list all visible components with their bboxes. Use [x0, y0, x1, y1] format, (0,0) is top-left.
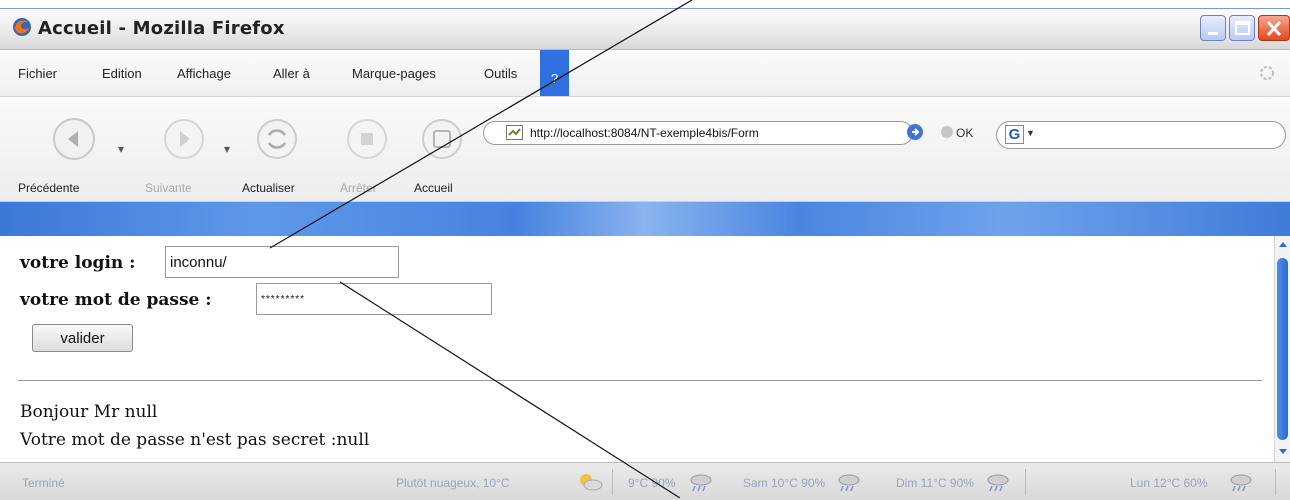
forecast-sat: Sam 10°C 90% — [743, 476, 826, 490]
ok-label: OK — [956, 126, 974, 140]
search-engine-dropdown-icon[interactable]: ▼ — [1026, 128, 1035, 138]
close-icon — [1266, 20, 1282, 37]
gray-go-icon — [941, 126, 953, 138]
greeting-text: Bonjour Mr null — [20, 402, 158, 422]
back-dropdown-icon[interactable]: ▾ — [118, 142, 124, 156]
scroll-up-icon[interactable] — [1278, 240, 1288, 248]
personal-toolbar-strip — [0, 202, 1290, 236]
scroll-thumb[interactable] — [1277, 258, 1288, 440]
forward-dropdown-icon: ▾ — [224, 142, 231, 156]
menu-file[interactable]: Fichier — [18, 66, 57, 81]
close-button[interactable] — [1258, 15, 1290, 41]
weather-now: Plutôt nuageux, 10°C — [396, 476, 510, 490]
page-favicon-icon — [506, 125, 523, 140]
ok-button[interactable]: OK — [940, 125, 973, 140]
address-bar[interactable]: http://localhost:8084/NT-exemple4bis/For… — [483, 121, 913, 145]
browser-window: Accueil - Mozilla Firefox Fichier Editio… — [0, 8, 1290, 500]
stop-icon — [347, 119, 387, 159]
menu-tools[interactable]: Outils — [484, 66, 517, 81]
status-text: Terminé — [22, 476, 65, 490]
google-icon[interactable]: G — [1005, 125, 1024, 144]
menu-edit[interactable]: Edition — [102, 66, 142, 81]
firefox-icon — [13, 18, 31, 36]
page-content: votre login : votre mot de passe : valid… — [0, 236, 1274, 462]
password-message: Votre mot de passe n'est pas secret :nul… — [20, 430, 370, 450]
forward-icon — [164, 119, 204, 159]
home-label[interactable]: Accueil — [414, 181, 453, 195]
minimize-button[interactable] — [1200, 15, 1226, 41]
forecast-today: 9°C 90% — [628, 476, 676, 490]
menu-bookmarks[interactable]: Marque-pages — [352, 66, 436, 81]
password-input[interactable] — [256, 283, 492, 315]
back-icon[interactable] — [52, 117, 96, 161]
login-input[interactable] — [165, 246, 399, 278]
rain-cloud-icon — [1230, 474, 1252, 492]
rain-cloud-icon — [838, 474, 860, 492]
minimize-icon — [1208, 32, 1218, 35]
title-bar: Accueil - Mozilla Firefox — [0, 9, 1290, 50]
status-separator — [1025, 469, 1026, 495]
forward-label: Suivante — [145, 181, 192, 195]
status-bar: Terminé Plutôt nuageux, 10°C 9°C 90% Sam… — [0, 462, 1290, 500]
throbber-icon — [1260, 66, 1274, 80]
forecast-sun: Dim 11°C 90% — [896, 476, 974, 490]
window-title: Accueil - Mozilla Firefox — [38, 18, 285, 39]
go-icon[interactable] — [905, 122, 925, 142]
forecast-mon: Lun 12°C 60% — [1130, 476, 1208, 490]
address-url[interactable]: http://localhost:8084/NT-exemple4bis/For… — [530, 126, 759, 140]
vertical-scrollbar[interactable] — [1274, 236, 1290, 462]
back-label[interactable]: Précédente — [18, 181, 79, 195]
scroll-down-icon[interactable] — [1278, 448, 1288, 456]
submit-button[interactable]: valider — [32, 324, 133, 352]
menu-help[interactable]: ? — [540, 50, 569, 96]
maximize-icon — [1235, 21, 1250, 35]
login-label: votre login : — [20, 253, 136, 273]
search-bar[interactable]: G ▼ — [996, 121, 1286, 149]
sun-cloud-icon — [580, 474, 603, 491]
resize-grip[interactable] — [1275, 469, 1276, 495]
status-separator — [612, 469, 613, 495]
menu-go[interactable]: Aller à — [273, 66, 310, 81]
menu-bar: Fichier Edition Affichage Aller à Marque… — [0, 50, 1290, 97]
reload-icon[interactable] — [255, 117, 299, 161]
rain-cloud-icon — [690, 474, 712, 492]
home-icon[interactable] — [420, 117, 464, 161]
separator — [18, 380, 1262, 381]
reload-label[interactable]: Actualiser — [242, 181, 295, 195]
password-label: votre mot de passe : — [20, 290, 212, 310]
menu-view[interactable]: Affichage — [177, 66, 231, 81]
navigation-toolbar: ▾ ▾ Précédente Suivante Actualiser Arrêt… — [0, 97, 1290, 202]
rain-cloud-icon — [987, 474, 1009, 492]
maximize-button[interactable] — [1229, 15, 1255, 41]
stop-label: Arrêter — [340, 181, 377, 195]
